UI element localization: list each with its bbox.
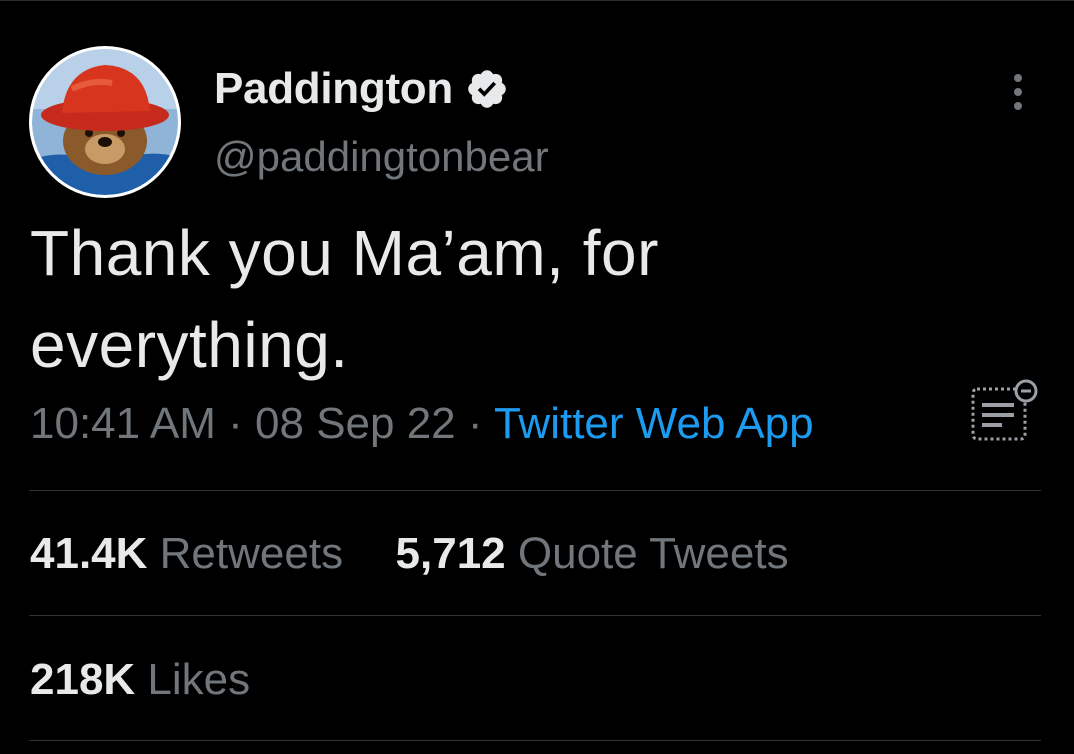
divider: [29, 615, 1041, 616]
likes-stat[interactable]: 218K Likes: [30, 655, 250, 705]
quote-tweets-stat[interactable]: 5,712 Quote Tweets: [396, 529, 789, 578]
author-name-row: Paddington: [214, 61, 509, 117]
meta-separator: ·: [228, 399, 243, 448]
likes-count: 218K: [30, 655, 136, 704]
meta-separator: ·: [467, 399, 483, 448]
tweet-meta: 10:41 AM · 08 Sep 22 · Twitter Web App: [30, 399, 814, 449]
handle[interactable]: @paddingtonbear: [214, 133, 549, 181]
more-options-icon[interactable]: [1003, 73, 1033, 111]
notes-icon[interactable]: [968, 379, 1040, 443]
likes-label: Likes: [147, 655, 251, 704]
engagement-stats: 41.4K Retweets 5,712 Quote Tweets: [30, 529, 789, 579]
divider: [29, 740, 1041, 741]
display-name[interactable]: Paddington: [214, 64, 453, 114]
avatar[interactable]: [29, 46, 181, 198]
verified-badge-icon: [468, 70, 506, 108]
paddington-bear-avatar-image: [32, 49, 178, 195]
tweet-text: Thank you Ma’am, for everything.: [30, 217, 659, 381]
tweet-card: Paddington @paddingtonbear Thank you Ma’…: [0, 0, 1074, 754]
quote-tweets-count: 5,712: [395, 529, 506, 578]
tweet-date[interactable]: 08 Sep 22: [255, 399, 456, 448]
retweets-count: 41.4K: [30, 529, 148, 578]
divider: [29, 490, 1041, 491]
tweet-time[interactable]: 10:41 AM: [30, 399, 216, 448]
tweet-source-link[interactable]: Twitter Web App: [494, 399, 814, 448]
retweets-stat[interactable]: 41.4K Retweets: [30, 529, 355, 578]
retweets-label: Retweets: [159, 529, 344, 578]
quote-tweets-label: Quote Tweets: [517, 529, 789, 578]
